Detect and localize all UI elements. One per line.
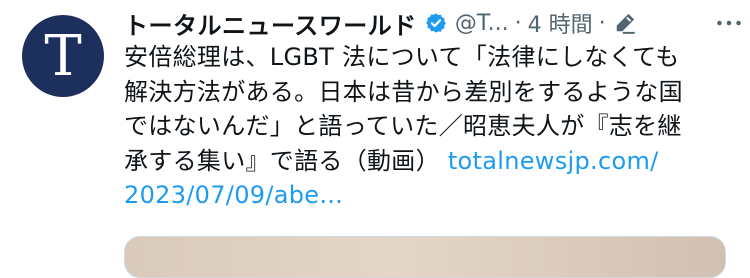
tweet-link[interactable]: totalnewsjp.com/	[448, 147, 659, 175]
media-preview[interactable]	[124, 236, 726, 278]
handle[interactable]: @T...	[455, 11, 509, 36]
verified-badge-icon	[425, 12, 447, 34]
tweet-text-line: 承する集い』で語る（動画） totalnewsjp.com/	[124, 144, 736, 179]
more-dots-icon[interactable]	[714, 10, 744, 36]
avatar-letter: T	[44, 24, 82, 89]
edit-pencil-icon[interactable]	[612, 10, 638, 36]
tweet-text-line: ではないんだ」と語っていた／昭恵夫人が『志を継	[124, 112, 682, 140]
timestamp[interactable]: 4 時間	[528, 7, 593, 39]
avatar[interactable]: T	[22, 15, 104, 97]
tweet-text-line: 安倍総理は、LGBT 法について「法律にしなくても	[124, 43, 680, 71]
tweet-header: トータルニュースワールド @T... · 4 時間 ·	[124, 6, 744, 40]
separator-dot: ·	[514, 10, 522, 36]
separator-dot: ·	[598, 10, 606, 36]
tweet-link-continued[interactable]: 2023/07/09/abe...	[124, 178, 736, 213]
tweet-text-line: 解決方法がある。日本は昔から差別をするような国	[124, 77, 683, 106]
display-name[interactable]: トータルニュースワールド	[124, 6, 417, 41]
tweet-card[interactable]: T トータルニュースワールド @T... · 4 時間 · 安倍総理は、LGBT…	[0, 0, 750, 278]
tweet-text-segment: 承する集い』で語る（動画）	[124, 146, 440, 175]
tweet-text: 安倍総理は、LGBT 法について「法律にしなくても 解決方法がある。日本は昔から…	[124, 40, 736, 213]
